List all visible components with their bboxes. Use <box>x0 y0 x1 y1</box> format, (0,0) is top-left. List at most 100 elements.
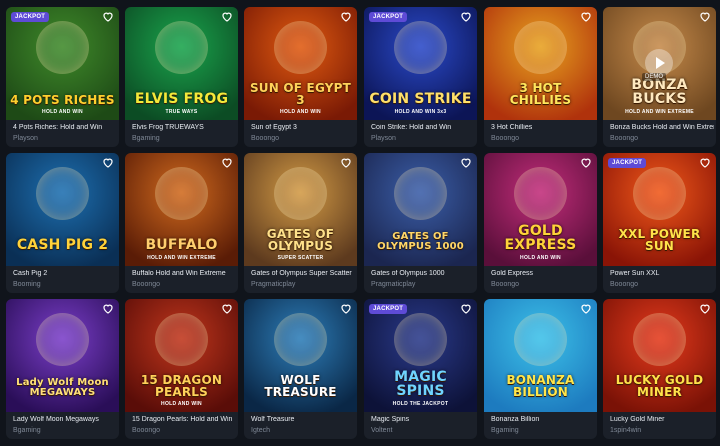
game-name[interactable]: Power Sun XXL <box>610 270 714 277</box>
game-name[interactable]: Cash Pig 2 <box>13 270 117 277</box>
game-provider: Bgaming <box>491 427 519 434</box>
game-thumbnail[interactable]: COIN STRIKE HOLD AND WIN 3x3 JACKPOT <box>364 7 477 120</box>
game-name[interactable]: Sun of Egypt 3 <box>251 124 355 131</box>
game-card[interactable]: LUCKY GOLD MINER Lucky Gold Miner 1spin4wi… <box>603 299 716 439</box>
game-art-title: BONANZA BILLION <box>506 373 575 399</box>
game-art-subtitle: TRUE WAYS <box>165 109 198 115</box>
game-name[interactable]: Bonza Bucks Hold and Win Extreme 10000 <box>610 124 714 131</box>
game-card[interactable]: BUFFALO HOLD AND WIN EXTREME Buffalo Hold … <box>125 153 238 293</box>
heart-icon[interactable] <box>699 157 711 169</box>
game-name[interactable]: Lucky Gold Miner <box>610 416 714 423</box>
heart-icon[interactable] <box>580 157 592 169</box>
game-name[interactable]: Buffalo Hold and Win Extreme <box>132 270 236 277</box>
game-name[interactable]: Gates of Olympus 1000 <box>371 270 475 277</box>
game-card[interactable]: BONZA BUCKS HOLD AND WIN EXTREME DEMO Bonza… <box>603 7 716 147</box>
game-name[interactable]: Coin Strike: Hold and Win <box>371 124 475 131</box>
game-card[interactable]: 3 HOT CHILLIES 3 Hot Chillies Booongo <box>484 7 597 147</box>
heart-icon[interactable] <box>340 303 352 315</box>
game-provider: 1spin4win <box>610 427 642 434</box>
game-thumbnail[interactable]: GATES OF OLYMPUS 1000 <box>364 153 477 266</box>
game-card[interactable]: XXL POWER SUN JACKPOT Power Sun XXL Booongo <box>603 153 716 293</box>
game-provider: Booongo <box>610 281 639 288</box>
game-provider: Booongo <box>132 427 161 434</box>
game-thumbnail[interactable]: LUCKY GOLD MINER <box>603 299 716 412</box>
game-provider: Booongo <box>491 135 520 142</box>
game-provider: Igtech <box>251 427 271 434</box>
buffalo-icon <box>155 167 208 220</box>
game-provider: Bgaming <box>132 135 160 142</box>
game-thumbnail[interactable]: 3 HOT CHILLIES <box>484 7 597 120</box>
game-name[interactable]: Magic Spins <box>371 416 475 423</box>
game-art-title: XXL POWER SUN <box>618 227 701 253</box>
game-art-subtitle: HOLD AND WIN EXTREME <box>147 255 216 261</box>
game-thumbnail[interactable]: BUFFALO HOLD AND WIN EXTREME <box>125 153 238 266</box>
heart-icon[interactable] <box>580 11 592 23</box>
heart-icon[interactable] <box>460 157 472 169</box>
wolf-icon <box>36 313 89 366</box>
game-art-title: CASH PIG 2 <box>16 237 109 253</box>
game-card[interactable]: CASH PIG 2 Cash Pig 2 Booming <box>6 153 119 293</box>
game-thumbnail[interactable]: 15 DRAGON PEARLS HOLD AND WIN <box>125 299 238 412</box>
game-thumbnail[interactable]: SUN OF EGYPT 3 HOLD AND WIN <box>244 7 357 120</box>
demo-label[interactable]: DEMO <box>642 73 666 81</box>
game-art-title: LUCKY GOLD MINER <box>615 373 704 399</box>
heart-icon[interactable] <box>102 303 114 315</box>
game-thumbnail[interactable]: XXL POWER SUN JACKPOT <box>603 153 716 266</box>
game-name[interactable]: Elvis Frog TRUEWAYS <box>132 124 236 131</box>
heart-icon[interactable] <box>340 157 352 169</box>
game-thumbnail[interactable]: ELVIS FROG TRUE WAYS <box>125 7 238 120</box>
game-card[interactable]: GATES OF OLYMPUS SUPER SCATTER Gates of Ol… <box>244 153 357 293</box>
heart-icon[interactable] <box>580 303 592 315</box>
game-name[interactable]: Lady Wolf Moon Megaways <box>13 416 117 423</box>
heart-icon[interactable] <box>340 11 352 23</box>
heart-icon[interactable] <box>221 11 233 23</box>
game-card[interactable]: GATES OF OLYMPUS 1000 Gates of Olympus 10… <box>364 153 477 293</box>
zeus-icon <box>394 167 447 220</box>
game-name[interactable]: 15 Dragon Pearls: Hold and Win <box>132 416 236 423</box>
game-card[interactable]: MAGIC SPINS HOLD THE JACKPOT JACKPOT Magic … <box>364 299 477 439</box>
heart-icon[interactable] <box>460 11 472 23</box>
game-name[interactable]: Gold Express <box>491 270 595 277</box>
game-name[interactable]: Bonanza Billion <box>491 416 595 423</box>
game-art-title: Lady Wolf Moon MEGAWAYS <box>16 377 109 398</box>
sun-icon <box>633 167 686 220</box>
game-art-title: SUN OF EGYPT 3 <box>249 81 352 107</box>
game-thumbnail[interactable]: 4 POTS RICHES HOLD AND WIN JACKPOT <box>6 7 119 120</box>
game-card[interactable]: 4 POTS RICHES HOLD AND WIN JACKPOT 4 Pots R… <box>6 7 119 147</box>
dragon-icon <box>155 313 208 366</box>
game-name[interactable]: 3 Hot Chillies <box>491 124 595 131</box>
game-name[interactable]: Wolf Treasure <box>251 416 355 423</box>
game-provider: Voltent <box>371 427 393 434</box>
game-card[interactable]: 15 DRAGON PEARLS HOLD AND WIN 15 Dragon Pe… <box>125 299 238 439</box>
game-card[interactable]: WOLF TREASURE Wolf Treasure Igtech <box>244 299 357 439</box>
game-art-title: 4 POTS RICHES <box>10 93 115 107</box>
heart-icon[interactable] <box>699 303 711 315</box>
heart-icon[interactable] <box>102 157 114 169</box>
heart-icon[interactable] <box>221 303 233 315</box>
game-art-subtitle: HOLD AND WIN 3x3 <box>394 109 447 115</box>
heart-icon[interactable] <box>460 303 472 315</box>
lightning-icon <box>394 21 447 74</box>
game-art-title: GATES OF OLYMPUS 1000 <box>377 231 464 252</box>
heart-icon[interactable] <box>221 157 233 169</box>
game-card[interactable]: SUN OF EGYPT 3 HOLD AND WIN Sun of Egypt 3… <box>244 7 357 147</box>
game-thumbnail[interactable]: GATES OF OLYMPUS SUPER SCATTER <box>244 153 357 266</box>
heart-icon[interactable] <box>699 11 711 23</box>
game-name[interactable]: 4 Pots Riches: Hold and Win <box>13 124 117 131</box>
game-card[interactable]: COIN STRIKE HOLD AND WIN 3x3 JACKPOT Coin S… <box>364 7 477 147</box>
game-thumbnail[interactable]: WOLF TREASURE <box>244 299 357 412</box>
game-thumbnail[interactable]: CASH PIG 2 <box>6 153 119 266</box>
heart-icon[interactable] <box>102 11 114 23</box>
game-card[interactable]: BONANZA BILLION Bonanza Billion Bgaming <box>484 299 597 439</box>
game-thumbnail[interactable]: Lady Wolf Moon MEGAWAYS <box>6 299 119 412</box>
jackpot-badge: JACKPOT <box>369 12 408 22</box>
game-thumbnail[interactable]: BONZA BUCKS HOLD AND WIN EXTREME DEMO <box>603 7 716 120</box>
game-card[interactable]: GOLD EXPRESS HOLD AND WIN Gold Express Booo… <box>484 153 597 293</box>
game-thumbnail[interactable]: GOLD EXPRESS HOLD AND WIN <box>484 153 597 266</box>
game-thumbnail[interactable]: BONANZA BILLION <box>484 299 597 412</box>
game-thumbnail[interactable]: MAGIC SPINS HOLD THE JACKPOT JACKPOT <box>364 299 477 412</box>
game-card[interactable]: ELVIS FROG TRUE WAYS Elvis Frog TRUEWAYS Bg… <box>125 7 238 147</box>
game-name[interactable]: Gates of Olympus Super Scatter <box>251 270 355 277</box>
game-art-title: WOLF TREASURE <box>264 373 337 399</box>
game-card[interactable]: Lady Wolf Moon MEGAWAYS Lady Wolf Moon Me… <box>6 299 119 439</box>
